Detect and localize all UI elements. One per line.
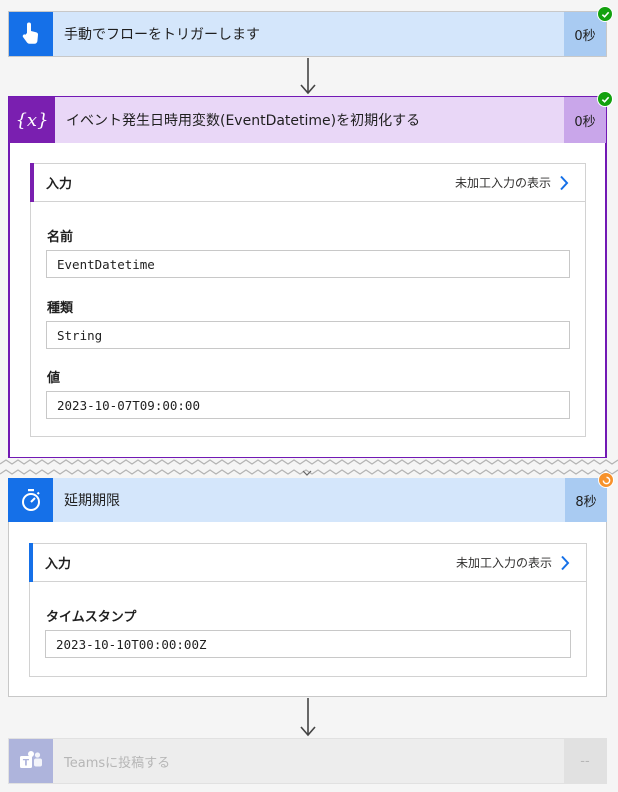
success-check-icon xyxy=(597,6,613,22)
field-label-timestamp: タイムスタンプ xyxy=(46,610,137,625)
step-initialize-variable[interactable]: {x} イベント発生日時用変数(EventDatetime)を初期化する 0秒 … xyxy=(8,91,613,459)
running-status-icon xyxy=(598,472,614,488)
touch-hand-icon xyxy=(9,12,53,56)
variable-glyph: {x} xyxy=(15,109,49,131)
field-value-name: EventDatetime xyxy=(46,250,570,278)
inputs-header: 入力 未加工入力の表示 xyxy=(30,163,585,202)
inputs-label: 入力 xyxy=(45,557,72,572)
field-value-value: 2023-10-07T09:00:00 xyxy=(46,391,570,419)
field-label-type: 種類 xyxy=(47,301,74,316)
step-header[interactable]: 延期期限 8秒 xyxy=(8,472,614,522)
svg-text:T: T xyxy=(23,759,30,769)
variable-icon: {x} xyxy=(9,97,55,143)
chevron-right-icon[interactable] xyxy=(560,555,570,571)
step-header[interactable]: T Teamsに投稿する -- xyxy=(9,739,606,783)
accent-bar xyxy=(30,163,34,202)
step-title: 延期期限 xyxy=(64,493,120,509)
step-title: イベント発生日時用変数(EventDatetime)を初期化する xyxy=(66,113,421,129)
stopwatch-icon xyxy=(8,478,53,522)
step-title: 手動でフローをトリガーします xyxy=(64,27,260,43)
down-arrow-icon xyxy=(296,698,320,738)
show-raw-inputs-link[interactable]: 未加工入力の表示 xyxy=(456,554,552,571)
step-post-to-teams[interactable]: T Teamsに投稿する -- xyxy=(8,738,607,784)
inputs-header: 入力 未加工入力の表示 xyxy=(29,543,586,582)
step-header[interactable]: 手動でフローをトリガーします 0秒 xyxy=(8,6,613,57)
chevron-right-icon[interactable] xyxy=(559,175,569,191)
inputs-panel: 入力 未加工入力の表示 タイムスタンプ 2023-10-10T00:00:00Z xyxy=(29,543,587,677)
field-value-timestamp: 2023-10-10T00:00:00Z xyxy=(45,630,571,658)
field-label-value: 値 xyxy=(47,371,61,386)
down-arrow-icon xyxy=(296,58,320,96)
accent-bar xyxy=(29,543,33,582)
step-manual-trigger[interactable]: 手動でフローをトリガーします 0秒 xyxy=(8,6,613,57)
inputs-panel: 入力 未加工入力の表示 名前 EventDatetime 種類 String 値… xyxy=(30,163,586,437)
success-check-icon xyxy=(597,91,613,107)
step-title: Teamsに投稿する xyxy=(64,755,171,771)
show-raw-inputs-link[interactable]: 未加工入力の表示 xyxy=(455,174,551,191)
step-header[interactable]: {x} イベント発生日時用変数(EventDatetime)を初期化する 0秒 xyxy=(9,91,613,143)
step-delay-until[interactable]: 延期期限 8秒 入力 未加工入力の表示 タイムスタンプ 2023-10-10T0… xyxy=(8,472,614,697)
field-label-name: 名前 xyxy=(47,230,74,245)
collapsed-section-separator xyxy=(0,458,618,480)
step-duration: -- xyxy=(564,739,606,783)
teams-icon: T xyxy=(9,739,53,783)
field-value-type: String xyxy=(46,321,570,349)
inputs-label: 入力 xyxy=(46,177,73,192)
